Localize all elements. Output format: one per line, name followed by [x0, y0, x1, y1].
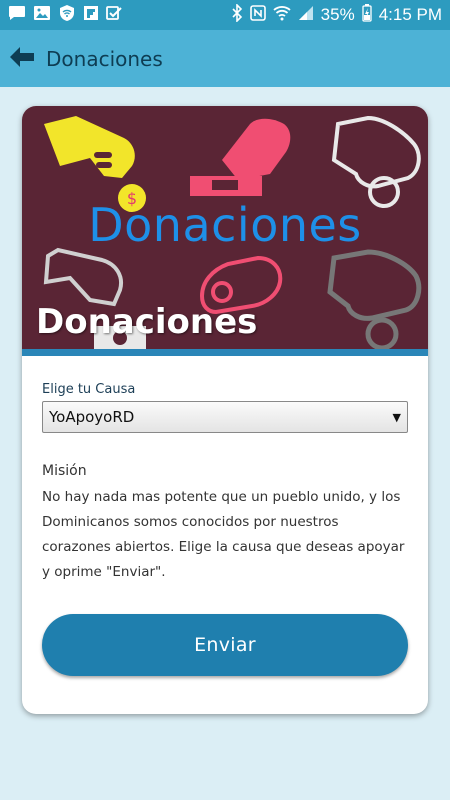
- flipboard-icon: [83, 5, 99, 25]
- back-arrow-icon: [9, 46, 35, 72]
- dropdown-arrow-icon: ▼: [392, 410, 401, 424]
- bluetooth-icon: [231, 3, 243, 26]
- form-area: Elige tu Causa YoApoyoRD ▼ Misión No hay…: [22, 356, 428, 585]
- status-left-icons: [8, 4, 122, 26]
- back-button[interactable]: [0, 30, 44, 87]
- nfc-icon: [249, 5, 266, 25]
- check-app-icon: [106, 5, 122, 25]
- gray-outline-hand-icon: [327, 249, 422, 351]
- cause-select[interactable]: YoApoyoRD ▼: [42, 401, 408, 433]
- status-bar: 35% 4:15 PM: [0, 0, 450, 30]
- banner-title: Donaciones: [36, 302, 258, 342]
- signal-icon: [298, 5, 314, 25]
- wifi-icon: [273, 5, 291, 25]
- cause-select-value: YoApoyoRD: [49, 408, 135, 426]
- message-icon: [8, 5, 26, 25]
- battery-icon: [362, 4, 372, 26]
- page-title: Donaciones: [46, 46, 163, 71]
- clock: 4:15 PM: [378, 5, 442, 24]
- image-icon: [33, 5, 51, 25]
- pink-hand-icon: [190, 118, 291, 196]
- cause-label: Elige tu Causa: [42, 382, 136, 397]
- battery-percent: 35%: [320, 5, 355, 24]
- mission-text: No hay nada mas potente que un pueblo un…: [42, 489, 405, 580]
- banner-image: $ Donaciones Donaciones: [22, 106, 428, 356]
- mission-title: Misión: [42, 463, 87, 479]
- app-bar: Donaciones: [0, 30, 450, 87]
- wifi-shield-icon: [58, 4, 76, 26]
- donation-card: $ Donaciones Donaciones Elige tu Causa Y…: [22, 106, 428, 714]
- send-button[interactable]: Enviar: [42, 614, 408, 676]
- banner-divider: [22, 349, 428, 356]
- white-hand-icon: [331, 115, 421, 208]
- banner-graphic-word: Donaciones: [88, 198, 362, 252]
- status-right-icons: 35% 4:15 PM: [231, 3, 442, 26]
- send-button-label: Enviar: [194, 634, 256, 656]
